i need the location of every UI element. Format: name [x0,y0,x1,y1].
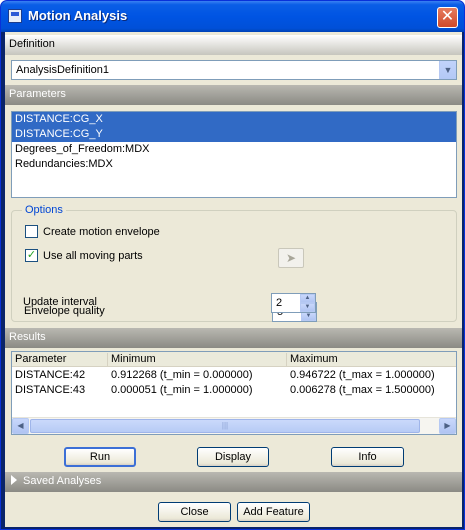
definition-header: Definition [5,35,462,55]
display-button[interactable]: Display [197,447,269,467]
table-row[interactable]: DISTANCE:43 0.000051 (t_min = 1.000000) … [12,383,456,397]
table-cell: 0.912268 (t_min = 0.000000) [111,369,253,381]
definition-value: AnalysisDefinition1 [16,64,109,76]
spin-up-icon[interactable]: ▲ [300,294,315,303]
results-table[interactable]: Parameter Minimum Maximum DISTANCE:42 0.… [11,351,457,435]
scrollbar-thumb[interactable]: ||| [30,419,420,433]
table-row[interactable]: DISTANCE:42 0.912268 (t_min = 0.000000) … [12,368,456,382]
motion-analysis-window: Motion Analysis ✕ Definition AnalysisDef… [0,0,465,530]
dialog-body: Definition AnalysisDefinition1 ▼ Paramet… [5,32,462,527]
run-button[interactable]: Run [64,447,136,467]
horizontal-scrollbar[interactable]: ◀ ||| ▶ [12,417,456,434]
update-interval-label: Update interval [23,296,97,308]
definition-combobox[interactable]: AnalysisDefinition1 ▼ [11,60,457,80]
update-interval-value[interactable]: 2 [276,297,282,309]
expand-triangle-icon[interactable] [11,475,17,485]
table-cell: 0.006278 (t_max = 1.500000) [290,384,435,396]
add-feature-button[interactable]: Add Feature [237,502,310,522]
close-button[interactable]: Close [158,502,231,522]
chevron-down-icon[interactable]: ▼ [439,61,456,79]
use-moving-parts-checkbox[interactable]: ✓ [25,249,38,262]
column-header-maximum[interactable]: Maximum [287,353,456,367]
table-cell: DISTANCE:42 [15,369,86,381]
close-window-button[interactable]: ✕ [437,7,458,28]
parameter-item[interactable]: Degrees_of_Freedom:MDX [12,142,456,157]
results-header: Results [5,328,462,348]
parameter-item[interactable]: Redundancies:MDX [12,157,456,172]
saved-analyses-expander[interactable]: Saved Analyses [5,472,462,492]
results-header-row: Parameter Minimum Maximum [12,352,456,367]
create-envelope-label[interactable]: Create motion envelope [43,226,160,238]
arrow-pointer-icon: ➤ [285,251,297,265]
column-header-parameter[interactable]: Parameter [12,353,108,367]
table-cell: 0.000051 (t_min = 1.000000) [111,384,253,396]
create-envelope-checkbox[interactable] [25,225,38,238]
parameter-item[interactable]: DISTANCE:CG_Y [12,127,456,142]
scroll-left-icon[interactable]: ◀ [12,418,29,434]
scroll-right-icon[interactable]: ▶ [439,418,456,434]
saved-analyses-label[interactable]: Saved Analyses [23,475,101,487]
app-icon [8,9,22,23]
parameters-header: Parameters [5,85,462,105]
options-legend: Options [22,204,66,216]
window-title: Motion Analysis [28,8,128,23]
parameters-list[interactable]: DISTANCE:CG_X DISTANCE:CG_Y Degrees_of_F… [11,111,457,198]
use-moving-parts-label[interactable]: Use all moving parts [43,250,143,262]
spin-down-icon[interactable]: ▼ [301,312,316,321]
column-header-minimum[interactable]: Minimum [108,353,287,367]
update-interval-spinner[interactable]: 2 ▲ ▼ [271,293,316,313]
table-cell: DISTANCE:43 [15,384,86,396]
spin-down-icon[interactable]: ▼ [300,303,315,312]
info-button[interactable]: Info [331,447,404,467]
select-parts-button[interactable]: ➤ [278,248,304,268]
title-bar[interactable]: Motion Analysis ✕ [1,1,464,32]
table-cell: 0.946722 (t_max = 1.000000) [290,369,435,381]
parameter-item[interactable]: DISTANCE:CG_X [12,112,456,127]
